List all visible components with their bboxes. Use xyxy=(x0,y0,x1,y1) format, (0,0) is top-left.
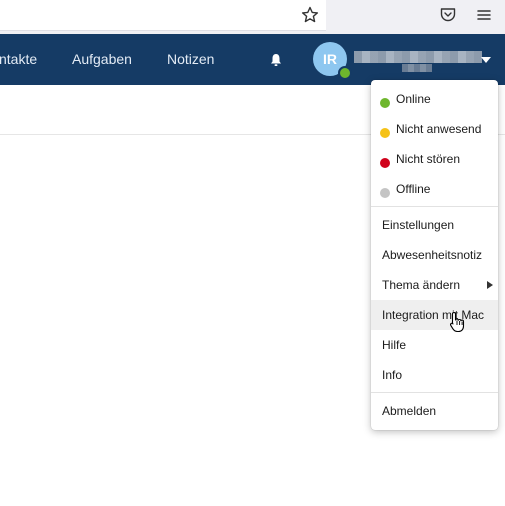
away-status-dot-icon xyxy=(380,128,390,138)
tab-kontakte[interactable]: ntakte xyxy=(0,34,37,85)
status-offline[interactable]: Offline xyxy=(371,174,498,204)
menu-divider xyxy=(371,392,498,393)
app-navigation-bar: ntakte Aufgaben Notizen IR xyxy=(0,34,505,85)
status-label: Online xyxy=(396,92,431,106)
pocket-icon[interactable] xyxy=(438,5,458,25)
user-name-redacted[interactable] xyxy=(354,51,482,63)
menu-item-label: Hilfe xyxy=(382,338,407,352)
status-away[interactable]: Nicht anwesend xyxy=(371,114,498,144)
user-email-redacted xyxy=(402,64,432,72)
chevron-down-icon[interactable] xyxy=(481,57,491,63)
menu-item-mac-integration[interactable]: Integration mit Mac xyxy=(371,300,498,330)
hand-cursor-icon xyxy=(450,311,465,333)
menu-item-info[interactable]: Info xyxy=(371,360,498,390)
hamburger-menu-icon[interactable] xyxy=(474,5,494,25)
status-label: Offline xyxy=(396,182,431,196)
menu-item-label: Abmelden xyxy=(382,404,437,418)
address-bar[interactable] xyxy=(0,0,326,31)
status-label: Nicht stören xyxy=(396,152,461,166)
status-online[interactable]: Online xyxy=(371,84,498,114)
menu-item-help[interactable]: Hilfe xyxy=(371,330,498,360)
tab-notizen[interactable]: Notizen xyxy=(167,34,214,85)
menu-item-out-of-office[interactable]: Abwesenheitsnotiz xyxy=(371,240,498,270)
menu-item-logout[interactable]: Abmelden xyxy=(371,396,498,426)
menu-divider xyxy=(371,206,498,207)
menu-item-label: Thema ändern xyxy=(382,278,461,292)
dnd-status-dot-icon xyxy=(380,158,390,168)
bookmark-star-icon[interactable] xyxy=(300,5,320,25)
menu-item-label: Einstellungen xyxy=(382,218,455,232)
menu-item-label: Integration mit Mac xyxy=(382,308,485,322)
tab-aufgaben[interactable]: Aufgaben xyxy=(72,34,132,85)
menu-item-label: Info xyxy=(382,368,403,382)
browser-toolbar xyxy=(0,0,505,34)
status-label: Nicht anwesend xyxy=(396,122,482,136)
status-do-not-disturb[interactable]: Nicht stören xyxy=(371,144,498,174)
online-status-dot-icon xyxy=(380,98,390,108)
offline-status-dot-icon xyxy=(380,188,390,198)
bell-icon[interactable] xyxy=(268,52,284,68)
presence-status-indicator xyxy=(338,66,352,80)
menu-item-change-theme[interactable]: Thema ändern xyxy=(371,270,498,300)
menu-item-label: Abwesenheitsnotiz xyxy=(382,248,483,262)
submenu-arrow-icon xyxy=(487,281,493,289)
menu-item-settings[interactable]: Einstellungen xyxy=(371,210,498,240)
user-menu-dropdown: Online Nicht anwesend Nicht stören Offli… xyxy=(371,80,498,430)
